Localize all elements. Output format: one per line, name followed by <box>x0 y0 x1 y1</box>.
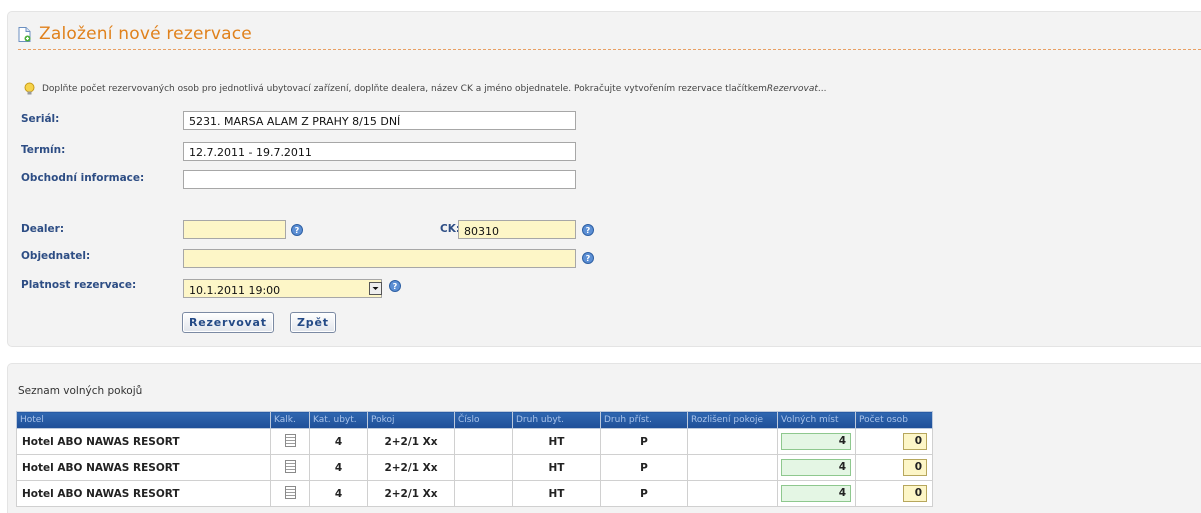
druh-prist-cell: P <box>600 454 688 481</box>
rozliseni-cell <box>687 428 778 455</box>
pokoj-cell: 2+2/1 Xx <box>367 454 455 481</box>
druh-prist-cell: P <box>600 480 688 507</box>
lightbulb-icon <box>24 82 35 95</box>
title-divider <box>18 49 1201 50</box>
column-header-pocet-osob[interactable]: Počet osob <box>855 411 933 429</box>
hint-tail: ... <box>817 83 827 94</box>
pokoj-cell: 2+2/1 Xx <box>367 480 455 507</box>
calculator-icon[interactable] <box>284 459 296 473</box>
rozliseni-cell <box>687 454 778 481</box>
page-title: Založení nové rezervace <box>18 24 252 44</box>
hotel-link[interactable]: Hotel ABO NAWAS RESORT <box>16 428 271 455</box>
hint-emphasis: Rezervovat <box>766 83 818 94</box>
druh-prist-cell: P <box>600 428 688 455</box>
pocet-osob-input[interactable]: 0 <box>903 459 927 476</box>
serial-field[interactable]: 5231. MARSA ALAM Z PRAHY 8/15 DNÍ <box>183 111 576 130</box>
chevron-down-icon[interactable] <box>369 282 382 295</box>
volnych-mist-field: 4 <box>781 459 851 476</box>
svg-text:?: ? <box>295 226 300 235</box>
dealer-label: Dealer: <box>21 223 65 235</box>
hotel-link[interactable]: Hotel ABO NAWAS RESORT <box>16 454 271 481</box>
pocet-osob-input[interactable]: 0 <box>903 485 927 502</box>
kat-cell: 4 <box>309 454 368 481</box>
cislo-cell <box>454 454 513 481</box>
table-header-row: Hotel Kalk. Kat. ubyt. Pokoj Číslo Druh … <box>16 411 933 429</box>
objednatel-label: Objednatel: <box>21 250 91 262</box>
calculator-icon[interactable] <box>284 433 296 447</box>
kat-cell: 4 <box>309 480 368 507</box>
zpet-button[interactable]: Zpět <box>290 312 336 333</box>
help-icon[interactable]: ? <box>582 252 594 264</box>
column-header-hotel[interactable]: Hotel <box>16 411 271 429</box>
column-header-druh-prist[interactable]: Druh příst. <box>600 411 688 429</box>
svg-text:?: ? <box>393 282 398 291</box>
platnost-label: Platnost rezervace: <box>21 279 137 291</box>
column-header-kat-ubyt[interactable]: Kat. ubyt. <box>309 411 368 429</box>
hint-text: Doplňte počet rezervovaných osob pro jed… <box>42 83 767 94</box>
volnych-mist-field: 4 <box>781 485 851 502</box>
document-icon <box>18 26 31 42</box>
platnost-select[interactable]: 10.1.2011 19:00 <box>183 279 382 298</box>
help-icon[interactable]: ? <box>291 224 303 236</box>
column-header-volnych-mist[interactable]: Volných míst <box>777 411 856 429</box>
page-title-text: Založení nové rezervace <box>39 24 252 44</box>
table-row: Hotel ABO NAWAS RESORT 4 2+2/1 Xx HT P 4… <box>16 454 933 481</box>
cislo-cell <box>454 428 513 455</box>
calculator-icon[interactable] <box>284 485 296 499</box>
kat-cell: 4 <box>309 428 368 455</box>
druh-ubyt-cell: HT <box>512 454 601 481</box>
objednatel-field[interactable] <box>183 249 576 268</box>
termin-label: Termín: <box>21 144 66 156</box>
druh-ubyt-cell: HT <box>512 480 601 507</box>
help-icon[interactable]: ? <box>389 280 401 292</box>
room-list-title: Seznam volných pokojů <box>18 385 143 397</box>
cislo-cell <box>454 480 513 507</box>
column-header-rozliseni[interactable]: Rozlišení pokoje <box>687 411 778 429</box>
dealer-field[interactable] <box>183 220 286 239</box>
table-row: Hotel ABO NAWAS RESORT 4 2+2/1 Xx HT P 4… <box>16 428 933 455</box>
svg-text:?: ? <box>586 226 591 235</box>
column-header-kalk[interactable]: Kalk. <box>270 411 310 429</box>
serial-label: Seriál: <box>21 113 60 125</box>
help-icon[interactable]: ? <box>582 224 594 236</box>
pokoj-cell: 2+2/1 Xx <box>367 428 455 455</box>
hint-message: Doplňte počet rezervovaných osob pro jed… <box>23 82 826 95</box>
hotel-link[interactable]: Hotel ABO NAWAS RESORT <box>16 480 271 507</box>
room-list-panel: Seznam volných pokojů Hotel Kalk. Kat. u… <box>7 363 1201 513</box>
termin-field[interactable]: 12.7.2011 - 19.7.2011 <box>183 142 576 161</box>
reservation-form-panel: Založení nové rezervace Doplňte počet re… <box>7 11 1201 347</box>
obchodni-informace-field[interactable] <box>183 170 576 189</box>
pocet-osob-input[interactable]: 0 <box>903 433 927 450</box>
druh-ubyt-cell: HT <box>512 428 601 455</box>
column-header-druh-ubyt[interactable]: Druh ubyt. <box>512 411 601 429</box>
rezervovat-button[interactable]: Rezervovat <box>182 312 274 333</box>
rooms-table: Hotel Kalk. Kat. ubyt. Pokoj Číslo Druh … <box>16 411 933 507</box>
ck-field[interactable]: 80310 <box>458 220 576 239</box>
volnych-mist-field: 4 <box>781 433 851 450</box>
table-row: Hotel ABO NAWAS RESORT 4 2+2/1 Xx HT P 4… <box>16 480 933 507</box>
column-header-pokoj[interactable]: Pokoj <box>367 411 455 429</box>
rozliseni-cell <box>687 480 778 507</box>
obchodni-informace-label: Obchodní informace: <box>21 172 145 184</box>
svg-text:?: ? <box>586 254 591 263</box>
column-header-cislo[interactable]: Číslo <box>454 411 513 429</box>
